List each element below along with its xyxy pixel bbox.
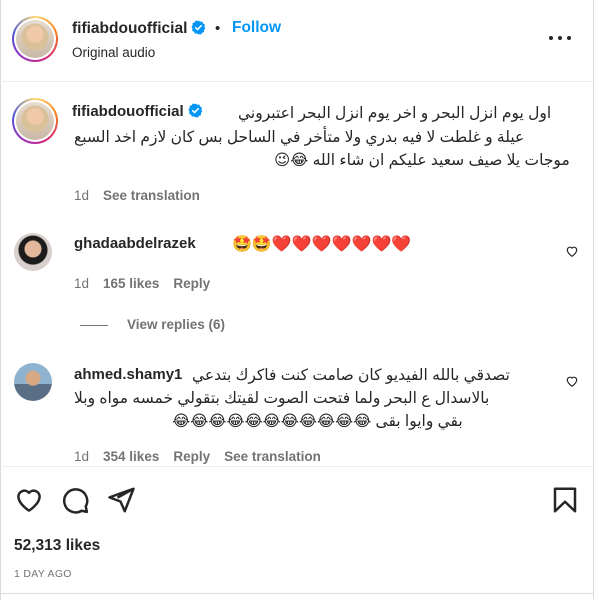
comment-likes[interactable]: 165 likes [103, 276, 159, 291]
commenter-avatar[interactable] [14, 233, 52, 271]
comment-meta: 1d 165 likes Reply [74, 276, 210, 291]
comment-time[interactable]: 1d [74, 449, 89, 464]
replies-divider [80, 325, 108, 326]
audio-subtitle[interactable]: Original audio [72, 45, 155, 60]
heart-icon[interactable] [14, 485, 44, 515]
comment-like-icon[interactable] [565, 244, 579, 258]
view-replies-button[interactable]: View replies (6) [127, 317, 225, 332]
share-icon[interactable] [106, 485, 136, 515]
comment-icon[interactable] [60, 485, 90, 515]
author-avatar[interactable] [12, 16, 58, 62]
comment-like-icon[interactable] [565, 374, 579, 388]
caption-time[interactable]: 1d [74, 188, 89, 203]
post-time-ago[interactable]: 1 DAY AGO [14, 568, 72, 580]
author-username[interactable]: fifiabdouofficial [72, 20, 206, 38]
reply-button[interactable]: Reply [173, 276, 210, 291]
separator-dot: • [215, 20, 221, 37]
comment-text: ❤️❤️❤️❤️❤️❤️❤️🤩🤩 [232, 236, 412, 253]
verified-icon [188, 103, 202, 118]
bottom-divider [0, 593, 594, 594]
post-header: fifiabdouofficial • Follow Original audi… [0, 0, 594, 82]
follow-button[interactable]: Follow [232, 19, 281, 37]
actions-divider [0, 466, 594, 467]
verified-icon [191, 20, 206, 35]
comment-time[interactable]: 1d [74, 276, 89, 291]
comment-username[interactable]: ahmed.shamy1 [74, 366, 182, 383]
caption-line-1: اول يوم انزل البحر و اخر يوم انزل البحر … [238, 105, 552, 122]
see-translation-button[interactable]: See translation [103, 188, 200, 203]
caption-meta: 1d See translation [74, 188, 200, 203]
commenter-avatar[interactable] [14, 363, 52, 401]
comment-username[interactable]: ghadaabdelrazek [74, 235, 196, 252]
caption-line-2: عيلة و غلطت لا فيه بدري ولا متأخر في الس… [74, 129, 525, 146]
comment-meta: 1d 354 likes Reply See translation [74, 449, 321, 464]
post-likes[interactable]: 52,313 likes [14, 537, 100, 555]
comment-line-3: بقي وايوا بقى 😂😂😂😂😂😂😂😂😂😂😂 [172, 413, 463, 430]
caption-avatar[interactable] [12, 98, 58, 144]
comment-likes[interactable]: 354 likes [103, 449, 159, 464]
save-icon[interactable] [550, 485, 580, 515]
see-translation-button[interactable]: See translation [224, 449, 321, 464]
comment-line-2: بالاسدال ع البحر ولما فتحت الصوت لقيتك ب… [74, 390, 490, 407]
reply-button[interactable]: Reply [173, 449, 210, 464]
caption-line-3: موجات يلا صيف سعيد عليكم ان شاء الله 😂😉 [274, 152, 570, 169]
caption-username[interactable]: fifiabdouofficial [72, 103, 203, 120]
comment-line-1: تصدقي بالله الفيديو كان صامت كنت فاكرك ب… [192, 367, 510, 384]
more-icon[interactable] [546, 28, 574, 48]
